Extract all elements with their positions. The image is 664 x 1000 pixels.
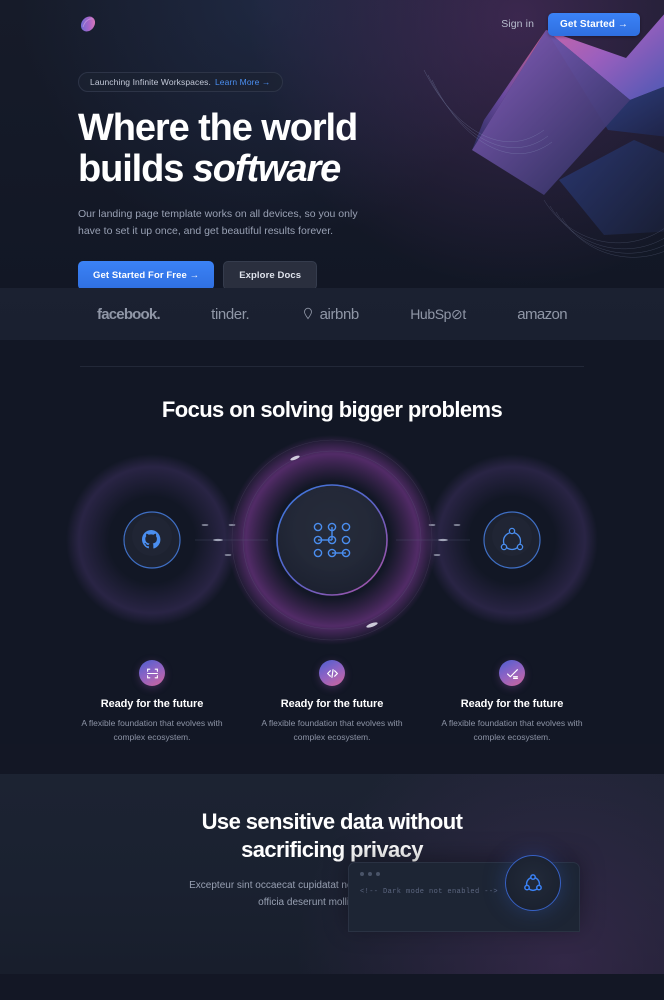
hero-cta-group: Get Started For Free → Explore Docs: [78, 260, 664, 288]
landing-page: Sign in Get Started → Launching Infinite…: [0, 0, 664, 1000]
announcement-badge[interactable]: Launching Infinite Workspaces. Learn Mor…: [78, 72, 283, 92]
orbit-illustration: [0, 433, 664, 648]
privacy-title-line2: sacrificing privacy: [241, 836, 423, 862]
logo-airbnb: airbnb: [301, 306, 359, 323]
privacy-title-line1: Use sensitive data without: [201, 809, 463, 835]
hero-title-italic: software: [192, 148, 342, 191]
top-navbar: Sign in Get Started →: [0, 0, 664, 38]
feature-description: A flexible foundation that evolves with …: [81, 718, 223, 742]
brand-gem-logo[interactable]: [78, 14, 98, 34]
logo-amazon: amazon: [517, 305, 567, 323]
get-started-button[interactable]: Get Started →: [548, 12, 640, 36]
logo-facebook: facebook.: [97, 305, 161, 323]
get-started-free-button[interactable]: Get Started For Free →: [78, 260, 215, 288]
logo-tinder: tinder.: [211, 305, 250, 323]
hero-title: Where the world builds software: [78, 107, 664, 191]
hero-title-line1: Where the world: [78, 107, 358, 149]
logo-airbnb-label: airbnb: [319, 305, 360, 323]
customer-logos-band: facebook. tinder. airbnb HubSp⊘t amazon: [0, 288, 664, 340]
hero-section: Sign in Get Started → Launching Infinite…: [0, 0, 664, 288]
privacy-title: Use sensitive data without sacrificing p…: [0, 808, 664, 863]
nav-actions: Sign in Get Started →: [501, 12, 640, 36]
privacy-section: Use sensitive data without sacrificing p…: [0, 774, 664, 975]
airbnb-icon: [303, 307, 312, 320]
learn-more-link[interactable]: Learn More →: [215, 77, 271, 87]
network-circle-icon: [505, 855, 561, 912]
customer-logos-row: facebook. tinder. airbnb HubSp⊘t amazon: [97, 305, 568, 323]
explore-docs-button[interactable]: Explore Docs: [223, 260, 318, 288]
feature-description: A flexible foundation that evolves with …: [261, 718, 403, 742]
feature-description: A flexible foundation that evolves with …: [441, 718, 583, 742]
focus-title: Focus on solving bigger problems: [161, 397, 503, 422]
code-brackets-icon: [319, 660, 345, 686]
feature-card: Ready for the future A flexible foundati…: [422, 660, 602, 744]
focus-section: Focus on solving bigger problems Ready f…: [0, 340, 664, 745]
hero-title-line2: builds: [78, 148, 193, 191]
feature-card: Ready for the future A flexible foundati…: [242, 660, 422, 744]
feature-title: Ready for the future: [280, 698, 384, 710]
feature-card: Ready for the future A flexible foundati…: [62, 660, 242, 744]
resize-frame-icon: [139, 660, 165, 686]
feature-title: Ready for the future: [460, 698, 564, 710]
section-divider: [80, 366, 584, 367]
feature-title: Ready for the future: [100, 698, 204, 710]
check-chart-icon: [499, 660, 525, 686]
hero-content: Launching Infinite Workspaces. Learn Mor…: [0, 38, 664, 288]
sign-in-link[interactable]: Sign in: [501, 18, 534, 30]
features-row: Ready for the future A flexible foundati…: [0, 648, 664, 744]
hero-subtitle: Our landing page template works on all d…: [78, 208, 358, 238]
announcement-text: Launching Infinite Workspaces.: [90, 77, 211, 87]
logo-hubspot: HubSp⊘t: [410, 305, 466, 322]
